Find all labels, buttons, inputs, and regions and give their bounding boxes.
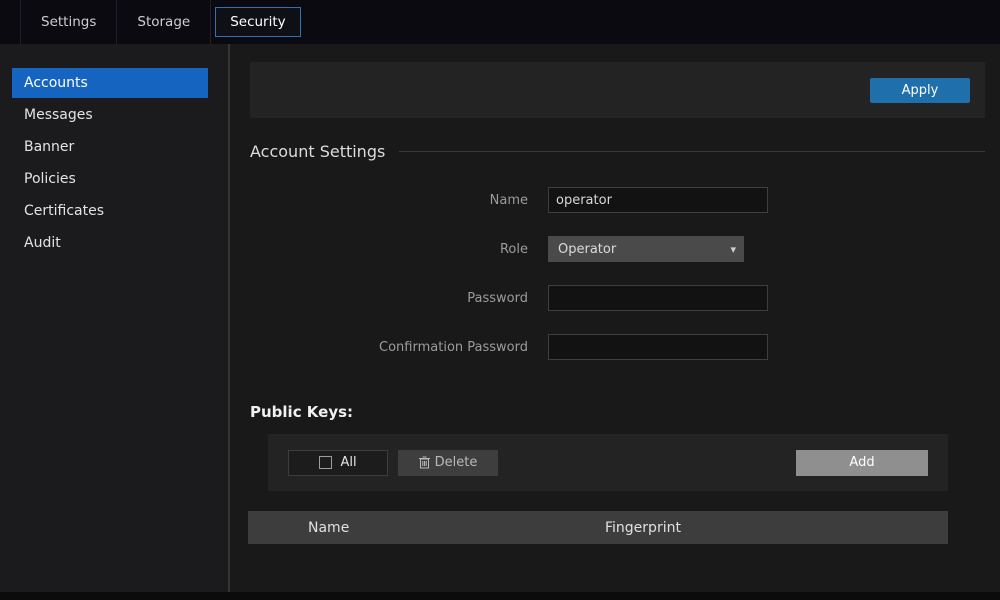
delete-button[interactable]: Delete <box>398 450 498 476</box>
top-navigation-bar: Settings Storage Security <box>0 0 1000 44</box>
delete-label: Delete <box>435 455 478 470</box>
select-all-checkbox[interactable] <box>319 456 332 469</box>
tab-storage[interactable]: Storage <box>117 0 211 44</box>
bottom-edge-strip <box>0 592 1000 600</box>
sidebar-item-audit[interactable]: Audit <box>12 228 208 258</box>
confirmation-password-row: Confirmation Password <box>230 334 1000 360</box>
section-title: Account Settings <box>250 142 385 161</box>
role-row: Role Operator ▾ <box>230 236 1000 262</box>
tab-settings-label: Settings <box>41 14 96 30</box>
password-label: Password <box>230 291 528 306</box>
account-settings-form: Name Role Operator ▾ Password Confirmati… <box>230 187 1000 360</box>
chevron-down-icon: ▾ <box>730 243 736 256</box>
add-button[interactable]: Add <box>796 450 928 476</box>
role-select[interactable]: Operator ▾ <box>548 236 744 262</box>
tab-security-label: Security <box>230 14 285 30</box>
section-divider <box>399 151 985 152</box>
name-label: Name <box>230 193 528 208</box>
confirmation-password-input[interactable] <box>548 334 768 360</box>
public-keys-title: Public Keys: <box>250 403 1000 421</box>
trash-icon <box>419 456 430 469</box>
column-header-name[interactable]: Name <box>308 520 605 536</box>
sidebar: Accounts Messages Banner Policies Certif… <box>0 44 230 592</box>
tab-security[interactable]: Security <box>215 7 300 37</box>
role-label: Role <box>230 242 528 257</box>
apply-toolbar: Apply <box>250 62 985 118</box>
public-keys-toolbar: All Delete Add <box>268 434 948 491</box>
confirmation-password-label: Confirmation Password <box>230 340 528 355</box>
role-select-value: Operator <box>558 242 616 257</box>
sidebar-item-messages[interactable]: Messages <box>12 100 208 130</box>
select-all-label: All <box>340 455 356 470</box>
password-row: Password <box>230 285 1000 311</box>
section-heading-row: Account Settings <box>250 142 985 161</box>
select-all-button[interactable]: All <box>288 450 388 476</box>
public-keys-table-header: Name Fingerprint <box>248 511 948 544</box>
main-panel: Apply Account Settings Name Role Operato… <box>230 44 1000 592</box>
name-input[interactable] <box>548 187 768 213</box>
sidebar-item-accounts[interactable]: Accounts <box>12 68 208 98</box>
sidebar-item-certificates[interactable]: Certificates <box>12 196 208 226</box>
sidebar-item-policies[interactable]: Policies <box>12 164 208 194</box>
column-header-fingerprint[interactable]: Fingerprint <box>605 520 681 536</box>
sidebar-item-banner[interactable]: Banner <box>12 132 208 162</box>
apply-button[interactable]: Apply <box>870 78 970 103</box>
name-row: Name <box>230 187 1000 213</box>
content-area: Accounts Messages Banner Policies Certif… <box>0 44 1000 592</box>
password-input[interactable] <box>548 285 768 311</box>
tab-storage-label: Storage <box>137 14 190 30</box>
tab-settings[interactable]: Settings <box>20 0 117 44</box>
